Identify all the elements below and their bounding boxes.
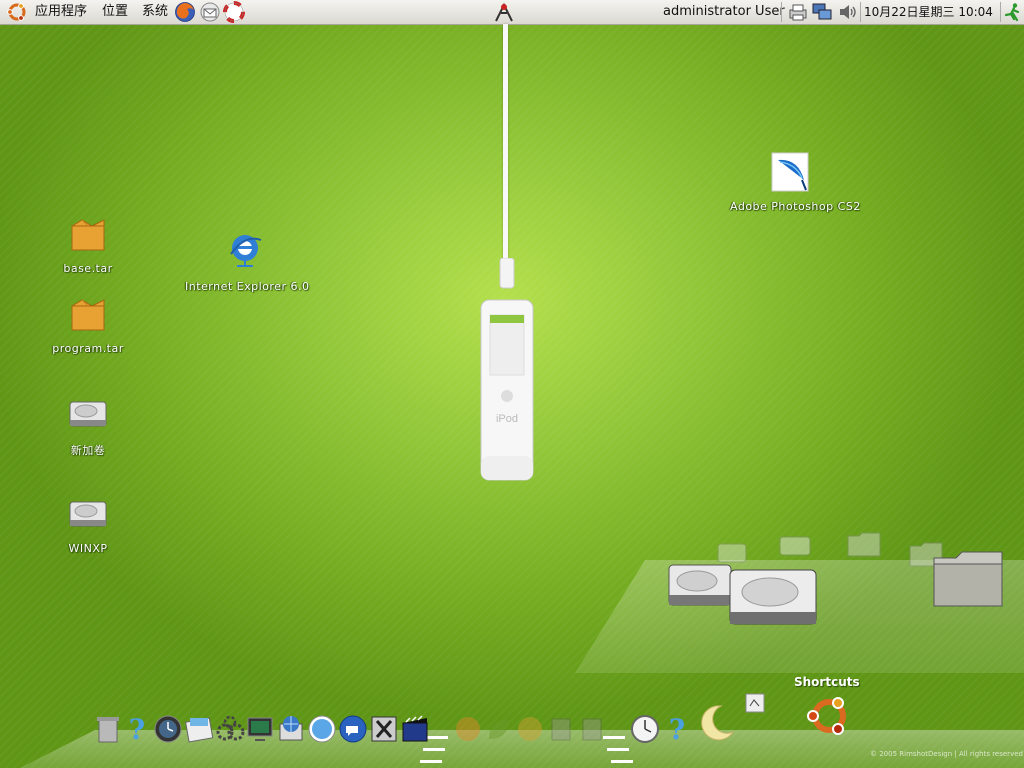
desktop-icon-label: Internet Explorer 6.0 (185, 280, 310, 293)
desktop-icon-winxp[interactable]: WINXP (28, 492, 148, 555)
clock-icon[interactable] (153, 714, 183, 744)
svg-text:?: ? (669, 714, 685, 744)
ipod-shuffle[interactable]: iPod (478, 258, 536, 484)
faded-box-icon[interactable] (546, 714, 576, 744)
running-man-icon[interactable] (1003, 2, 1023, 22)
moon-icon[interactable] (695, 702, 737, 744)
x11-icon[interactable] (369, 714, 399, 744)
dock-stripe (423, 748, 445, 751)
top-panel: 应用程序 位置 系统 administrator User 10月22日星期三 … (0, 0, 1024, 25)
desktop-icon-label: program.tar (52, 342, 124, 355)
hard-drive-icon (69, 501, 107, 527)
dock-stripe (611, 760, 633, 763)
faded-globe-icon[interactable] (515, 714, 545, 744)
desktop-icon-base-tar[interactable]: base.tar (28, 212, 148, 275)
shortcuts-title: Shortcuts (794, 675, 860, 689)
desktop-icon-label: Adobe Photoshop CS2 (730, 200, 861, 213)
settings-gears-icon[interactable] (215, 714, 245, 744)
faded-leaf-icon[interactable] (484, 714, 514, 744)
shelf-drive-icon-large[interactable] (728, 566, 818, 630)
faded-drive-icon-2[interactable] (778, 533, 812, 557)
volume-icon[interactable] (838, 2, 858, 22)
faded-firefox-icon[interactable] (453, 714, 483, 744)
safari-icon[interactable] (307, 714, 337, 744)
dock-stripe (420, 760, 442, 763)
package-icon (71, 299, 105, 331)
hard-drive-icon (69, 401, 107, 427)
printer-icon[interactable] (788, 2, 808, 22)
desktop-icon-photoshop[interactable]: Adobe Photoshop CS2 (730, 150, 861, 213)
chat-icon[interactable] (338, 714, 368, 744)
user-label[interactable]: administrator User (663, 3, 785, 21)
ubuntu-logo-icon[interactable] (7, 2, 27, 22)
svg-text:?: ? (129, 714, 145, 744)
movie-icon[interactable] (400, 714, 430, 744)
firefox-icon[interactable] (174, 1, 196, 23)
small-badge-icon[interactable] (745, 693, 765, 713)
desktop-icon-new-volume[interactable]: 新加卷 (28, 392, 148, 458)
panel-separator-2 (860, 2, 861, 22)
shelf-folder-icon[interactable] (932, 548, 1004, 610)
photoshop-icon (771, 152, 809, 192)
desktop-icon-program-tar[interactable]: program.tar (28, 292, 148, 355)
globe-icon[interactable] (276, 714, 306, 744)
dock-stripe (607, 748, 629, 751)
trash-icon[interactable] (93, 714, 123, 744)
ipod-cord (503, 24, 508, 274)
desktop-icon-label: WINXP (68, 542, 108, 555)
monitor-icon[interactable] (245, 714, 275, 744)
mail-icon[interactable] (199, 1, 221, 23)
copyright-text: © 2005 RimshotDesign | All rights reserv… (870, 750, 1023, 758)
desktop-icon-label: 新加卷 (70, 444, 106, 457)
panel-separator (781, 2, 782, 22)
help-question-icon[interactable]: ? (122, 714, 152, 744)
faded-folder-icon[interactable] (846, 530, 882, 558)
network-icon[interactable] (812, 2, 832, 22)
clock[interactable]: 10月22日星期三 10:04 (864, 3, 993, 21)
faded-box2-icon[interactable] (577, 714, 607, 744)
ipod-brand-text: iPod (496, 413, 518, 425)
figure-icon[interactable] (492, 1, 516, 23)
shelf-drive-icon[interactable] (667, 561, 733, 609)
help2-icon[interactable]: ? (662, 714, 692, 744)
notebook-icon[interactable] (184, 714, 214, 744)
desktop-icon-internet-explorer[interactable]: Internet Explorer 6.0 (185, 230, 310, 293)
package-icon (71, 219, 105, 251)
help-icon[interactable] (223, 1, 245, 23)
ie-icon (230, 235, 262, 267)
menu-applications[interactable]: 应用程序 (35, 3, 87, 21)
panel-separator-3 (1000, 2, 1001, 22)
desktop-icon-label: base.tar (63, 262, 113, 275)
menu-system[interactable]: 系统 (142, 3, 168, 21)
menu-places[interactable]: 位置 (102, 3, 128, 21)
time-icon[interactable] (630, 714, 660, 744)
ubuntu-icon[interactable] (801, 694, 857, 738)
